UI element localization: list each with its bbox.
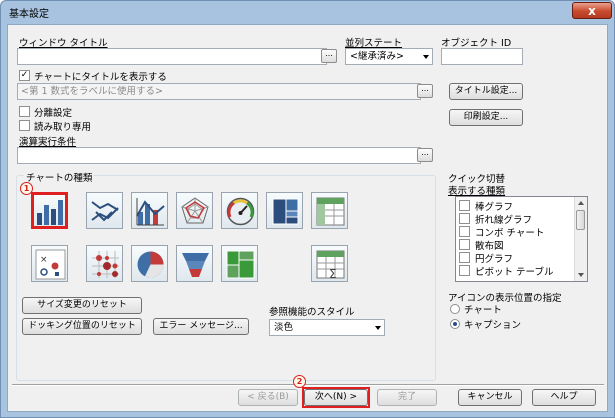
quick-switch-list-label: 表示する種類: [448, 186, 506, 197]
sort-state-label: 並列ステート: [345, 38, 403, 49]
window-title: 基本設定: [9, 9, 49, 20]
list-item-checkbox[interactable]: [459, 213, 470, 224]
chart-types-label: チャートの種類: [24, 170, 95, 184]
next-button[interactable]: 次へ(N) >: [304, 389, 368, 406]
line-chart-icon[interactable]: [86, 192, 123, 229]
straight-table-icon[interactable]: Σ: [311, 245, 348, 282]
list-item-checkbox[interactable]: [459, 239, 470, 250]
calc-condition-input[interactable]: [17, 147, 421, 164]
show-title-label: チャートにタイトルを表示する: [34, 72, 167, 83]
list-item-checkbox[interactable]: [459, 200, 470, 211]
calc-condition-label: 演算実行条件: [19, 137, 77, 148]
print-settings-button[interactable]: 印刷設定...: [449, 109, 523, 126]
pie-chart-icon[interactable]: [131, 245, 168, 282]
sort-state-value: <継承済み>: [350, 51, 404, 62]
calc-condition-expression-button[interactable]: ...: [417, 148, 433, 162]
window-title-expression-button[interactable]: ...: [321, 49, 337, 63]
icon-position-caption-radio[interactable]: [450, 319, 460, 329]
list-item-checkbox[interactable]: [459, 226, 470, 237]
chevron-down-icon: [375, 326, 381, 330]
title-settings-button[interactable]: タイトル設定...: [449, 83, 523, 100]
list-item-checkbox[interactable]: [459, 265, 470, 276]
radar-chart-icon[interactable]: [176, 192, 213, 229]
quick-switch-list[interactable]: 棒グラフ 折れ線グラフ コンボ チャート 散布図 円グラフ ピボット テーブル: [455, 196, 588, 282]
split-label: 分離設定: [34, 108, 73, 119]
back-button[interactable]: < 戻る(B): [238, 389, 298, 406]
sort-state-select[interactable]: <継承済み>: [345, 48, 433, 65]
svg-text:Σ: Σ: [329, 267, 337, 280]
chart-title-input[interactable]: <第 1 数式をラベルに使用する>: [17, 83, 421, 100]
chevron-down-icon: [423, 55, 429, 59]
scroll-down-icon[interactable]: [578, 273, 584, 277]
cancel-button[interactable]: キャンセル: [458, 389, 522, 406]
funnel-chart-icon[interactable]: [176, 245, 213, 282]
grid-chart-icon[interactable]: [86, 245, 123, 282]
finish-button[interactable]: 完了: [377, 389, 437, 406]
reference-style-value: 淡色: [274, 322, 294, 333]
list-item-checkbox[interactable]: [459, 252, 470, 263]
close-button[interactable]: x: [572, 2, 612, 19]
readonly-checkbox[interactable]: [19, 120, 30, 131]
help-button[interactable]: ヘルプ: [532, 389, 596, 406]
reset-size-button[interactable]: サイズ変更のリセット: [22, 297, 142, 314]
reset-docking-button[interactable]: ドッキング位置のリセット: [22, 318, 142, 335]
window-title-label: ウィンドウ タイトル: [19, 38, 108, 49]
chart-title-expression-button[interactable]: ...: [417, 84, 433, 98]
dialog-window: 基本設定 x ウィンドウ タイトル ... 並列ステート <継承済み> オブジェ…: [0, 0, 615, 418]
icon-position-caption-label: キャプション: [464, 320, 522, 331]
scatter-chart-icon[interactable]: ×: [31, 245, 68, 282]
footer-separator: [12, 384, 604, 386]
title-bar: 基本設定 x: [1, 1, 614, 23]
block-chart-icon[interactable]: [266, 192, 303, 229]
mekko-chart-icon[interactable]: [221, 245, 258, 282]
show-title-checkbox[interactable]: ✓: [19, 70, 30, 81]
bar-chart-icon[interactable]: [31, 192, 68, 229]
window-title-input[interactable]: [17, 48, 327, 65]
svg-text:×: ×: [40, 255, 48, 265]
object-id-label: オブジェクト ID: [441, 38, 512, 49]
dialog-body: ウィンドウ タイトル ... 並列ステート <継承済み> オブジェクト ID ✓…: [7, 24, 608, 412]
combo-chart-icon[interactable]: [131, 192, 168, 229]
icon-position-chart-radio[interactable]: [450, 304, 460, 314]
reference-style-select[interactable]: 淡色: [269, 319, 385, 336]
quick-switch-scrollbar[interactable]: [574, 197, 587, 281]
pivot-table-icon[interactable]: [311, 192, 348, 229]
object-id-input[interactable]: [441, 48, 523, 65]
icon-position-chart-label: チャート: [464, 305, 502, 316]
error-messages-button[interactable]: エラー メッセージ...: [153, 318, 249, 335]
scroll-thumb[interactable]: [576, 210, 585, 230]
gauge-chart-icon[interactable]: [221, 192, 258, 229]
readonly-label: 読み取り専用: [34, 122, 92, 133]
split-checkbox[interactable]: [19, 106, 30, 117]
scroll-up-icon[interactable]: [578, 201, 584, 205]
reference-style-label: 参照機能のスタイル: [269, 307, 355, 318]
